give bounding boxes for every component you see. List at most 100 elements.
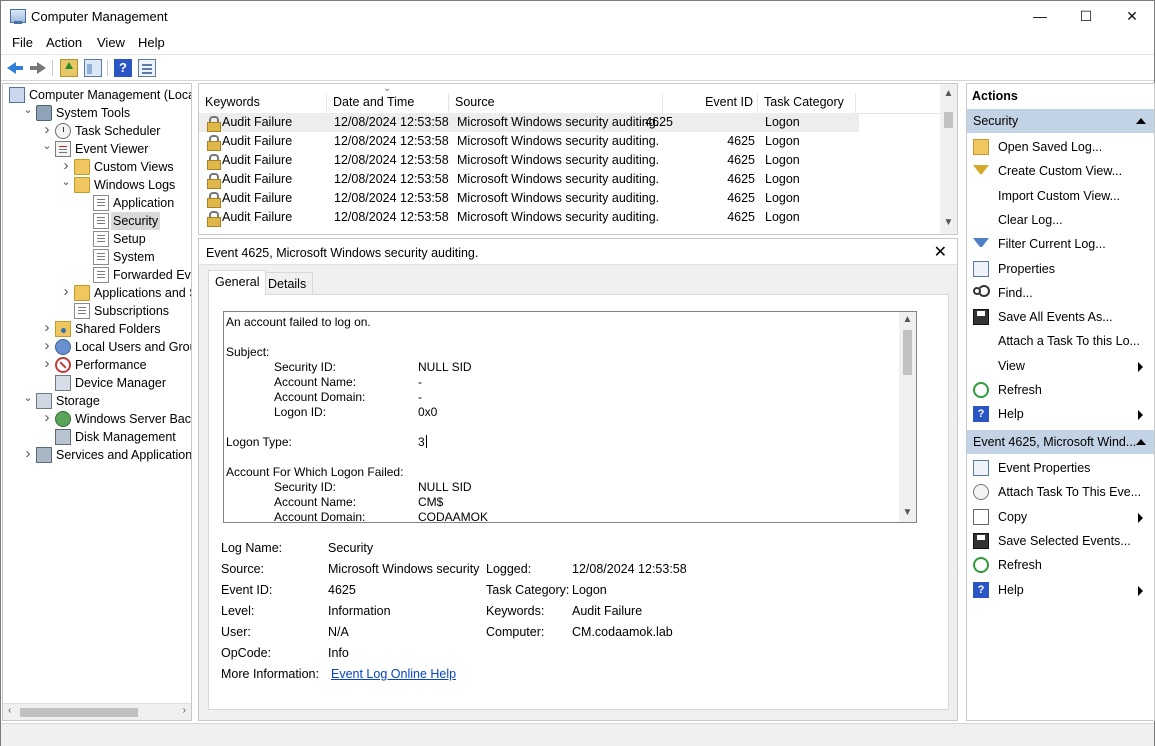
close-button[interactable]: ✕ bbox=[1109, 1, 1155, 32]
menu-help[interactable]: Help bbox=[138, 35, 165, 50]
tree-item-device-manager[interactable]: Device Manager bbox=[3, 374, 191, 392]
tree-item-shared-folders[interactable]: › Shared Folders bbox=[3, 320, 191, 338]
tree-item-task-scheduler[interactable]: › Task Scheduler bbox=[3, 122, 191, 140]
action-save-selected-events[interactable]: Save Selected Events... bbox=[967, 529, 1154, 553]
column-date-time[interactable]: Date and Time bbox=[327, 94, 449, 114]
action-copy[interactable]: Copy bbox=[967, 505, 1154, 529]
maximize-button[interactable]: ☐ bbox=[1063, 1, 1109, 32]
expand-chevron-icon[interactable]: › bbox=[61, 158, 71, 174]
scrollbar-thumb[interactable] bbox=[944, 112, 953, 128]
menu-view[interactable]: View bbox=[97, 35, 125, 50]
action-properties[interactable]: Properties bbox=[967, 257, 1154, 281]
tree-item-disk-management[interactable]: Disk Management bbox=[3, 428, 191, 446]
tree-horizontal-scrollbar[interactable]: ‹ › bbox=[3, 703, 191, 720]
collapse-section-icon[interactable] bbox=[1136, 118, 1146, 124]
action-event-properties[interactable]: Event Properties bbox=[967, 456, 1154, 480]
expand-chevron-icon[interactable]: › bbox=[61, 284, 71, 300]
description-label: Account Name: bbox=[274, 375, 357, 389]
event-row[interactable]: Audit Failure 12/08/2024 12:53:58 Microsof… bbox=[199, 113, 859, 132]
action-import-custom-view[interactable]: Import Custom View... bbox=[967, 184, 1154, 208]
minimize-button[interactable]: — bbox=[1017, 1, 1063, 32]
scroll-right-icon[interactable]: › bbox=[183, 705, 186, 716]
action-clear-log[interactable]: Clear Log... bbox=[967, 208, 1154, 232]
action-view[interactable]: View bbox=[967, 354, 1154, 378]
show-hide-action-pane-icon[interactable] bbox=[138, 59, 156, 77]
tree-item-applications-and-se[interactable]: › Applications and Se bbox=[3, 284, 191, 302]
action-attach-a-task-to-this-lo[interactable]: Attach a Task To this Lo... bbox=[967, 329, 1154, 353]
log-icon bbox=[93, 195, 109, 211]
tree-item-security[interactable]: Security bbox=[3, 212, 191, 230]
action-filter-current-log[interactable]: Filter Current Log... bbox=[967, 232, 1154, 256]
event-row[interactable]: Audit Failure 12/08/2024 12:53:58 Microsof… bbox=[199, 151, 941, 170]
tree-item-services-and-applications[interactable]: › Services and Applications bbox=[3, 446, 191, 464]
event-list-vertical-scrollbar[interactable]: ▲ ▼ bbox=[940, 84, 957, 234]
tree-item-system[interactable]: System bbox=[3, 248, 191, 266]
scroll-left-icon[interactable]: ‹ bbox=[8, 705, 11, 716]
tree-item-event-viewer[interactable]: ⌄ Event Viewer bbox=[3, 140, 191, 158]
event-rows: Audit Failure 12/08/2024 12:53:58 Microsof… bbox=[199, 113, 941, 227]
tab-general[interactable]: General bbox=[208, 270, 267, 295]
collapse-chevron-icon[interactable]: ⌄ bbox=[61, 176, 71, 188]
show-hide-console-tree-icon[interactable] bbox=[84, 59, 102, 77]
collapse-section-icon[interactable] bbox=[1136, 439, 1146, 445]
tree-item-storage[interactable]: ⌄ Storage bbox=[3, 392, 191, 410]
tree-item-setup[interactable]: Setup bbox=[3, 230, 191, 248]
scroll-down-icon[interactable]: ▼ bbox=[899, 507, 916, 518]
expand-chevron-icon[interactable]: › bbox=[42, 122, 52, 138]
tree-item-custom-views[interactable]: › Custom Views bbox=[3, 158, 191, 176]
tree-item-performance[interactable]: › Performance bbox=[3, 356, 191, 374]
tree-item-windows-logs[interactable]: ⌄ Windows Logs bbox=[3, 176, 191, 194]
column-keywords[interactable]: Keywords bbox=[199, 94, 327, 114]
scrollbar-thumb[interactable] bbox=[20, 708, 138, 717]
actions-section-security[interactable]: Security bbox=[967, 109, 1154, 133]
action-help[interactable]: ? Help bbox=[967, 578, 1154, 602]
column-event-id[interactable]: Event ID bbox=[663, 94, 758, 114]
scrollbar-thumb[interactable] bbox=[903, 330, 912, 375]
back-arrow-icon[interactable] bbox=[6, 59, 24, 77]
column-source[interactable]: Source bbox=[449, 94, 663, 114]
action-find[interactable]: Find... bbox=[967, 281, 1154, 305]
scroll-up-icon[interactable]: ▲ bbox=[899, 314, 916, 325]
description-vertical-scrollbar[interactable]: ▲ ▼ bbox=[899, 312, 916, 522]
expand-chevron-icon[interactable]: › bbox=[23, 446, 33, 462]
collapse-chevron-icon[interactable]: ⌄ bbox=[42, 140, 52, 152]
tree-item-application[interactable]: Application bbox=[3, 194, 191, 212]
event-row[interactable]: Audit Failure 12/08/2024 12:53:58 Microsof… bbox=[199, 208, 941, 227]
tab-details[interactable]: Details bbox=[261, 272, 314, 295]
up-level-icon[interactable] bbox=[60, 59, 78, 77]
action-save-all-events-as[interactable]: Save All Events As... bbox=[967, 305, 1154, 329]
action-help[interactable]: ? Help bbox=[967, 402, 1154, 426]
tree-item-local-users-and-groups[interactable]: › Local Users and Groups bbox=[3, 338, 191, 356]
tree-item-windows-server-backup[interactable]: › Windows Server Backup bbox=[3, 410, 191, 428]
event-row[interactable]: Audit Failure 12/08/2024 12:53:58 Microsof… bbox=[199, 170, 941, 189]
title-bar[interactable]: Computer Management — ☐ ✕ bbox=[1, 1, 1154, 32]
expand-chevron-icon[interactable]: › bbox=[42, 356, 52, 372]
collapse-chevron-icon[interactable]: ⌄ bbox=[23, 104, 33, 116]
action-refresh[interactable]: Refresh bbox=[967, 378, 1154, 402]
expand-chevron-icon[interactable]: › bbox=[42, 338, 52, 354]
action-refresh[interactable]: Refresh bbox=[967, 553, 1154, 577]
action-create-custom-view[interactable]: Create Custom View... bbox=[967, 159, 1154, 183]
help-icon[interactable]: ? bbox=[114, 59, 132, 77]
action-attach-task-to-this-eve[interactable]: Attach Task To This Eve... bbox=[967, 480, 1154, 504]
menu-action[interactable]: Action bbox=[46, 35, 82, 50]
tree-item-forwarded-event[interactable]: Forwarded Event bbox=[3, 266, 191, 284]
menu-file[interactable]: File bbox=[12, 35, 33, 50]
scroll-up-icon[interactable]: ▲ bbox=[940, 88, 957, 99]
tree-item-subscriptions[interactable]: Subscriptions bbox=[3, 302, 191, 320]
tree-item-computer-management-local[interactable]: Computer Management (Local bbox=[3, 86, 191, 104]
action-open-saved-log[interactable]: Open Saved Log... bbox=[967, 135, 1154, 159]
tree-item-system-tools[interactable]: ⌄ System Tools bbox=[3, 104, 191, 122]
actions-section-event[interactable]: Event 4625, Microsoft Wind... bbox=[967, 430, 1154, 454]
event-row[interactable]: Audit Failure 12/08/2024 12:53:58 Microsof… bbox=[199, 189, 941, 208]
column-task-category[interactable]: Task Category bbox=[758, 94, 856, 114]
close-detail-icon[interactable]: ✕ bbox=[934, 242, 947, 262]
event-description-textbox[interactable]: An account failed to log on. Subject: Secu… bbox=[223, 311, 917, 523]
scroll-down-icon[interactable]: ▼ bbox=[940, 217, 957, 228]
event-log-online-help-link[interactable]: Event Log Online Help bbox=[331, 667, 456, 681]
event-row[interactable]: Audit Failure 12/08/2024 12:53:58 Microsof… bbox=[199, 132, 941, 151]
expand-chevron-icon[interactable]: › bbox=[42, 410, 52, 426]
collapse-chevron-icon[interactable]: ⌄ bbox=[23, 392, 33, 404]
expand-chevron-icon[interactable]: › bbox=[42, 320, 52, 336]
forward-arrow-icon[interactable] bbox=[29, 59, 47, 77]
